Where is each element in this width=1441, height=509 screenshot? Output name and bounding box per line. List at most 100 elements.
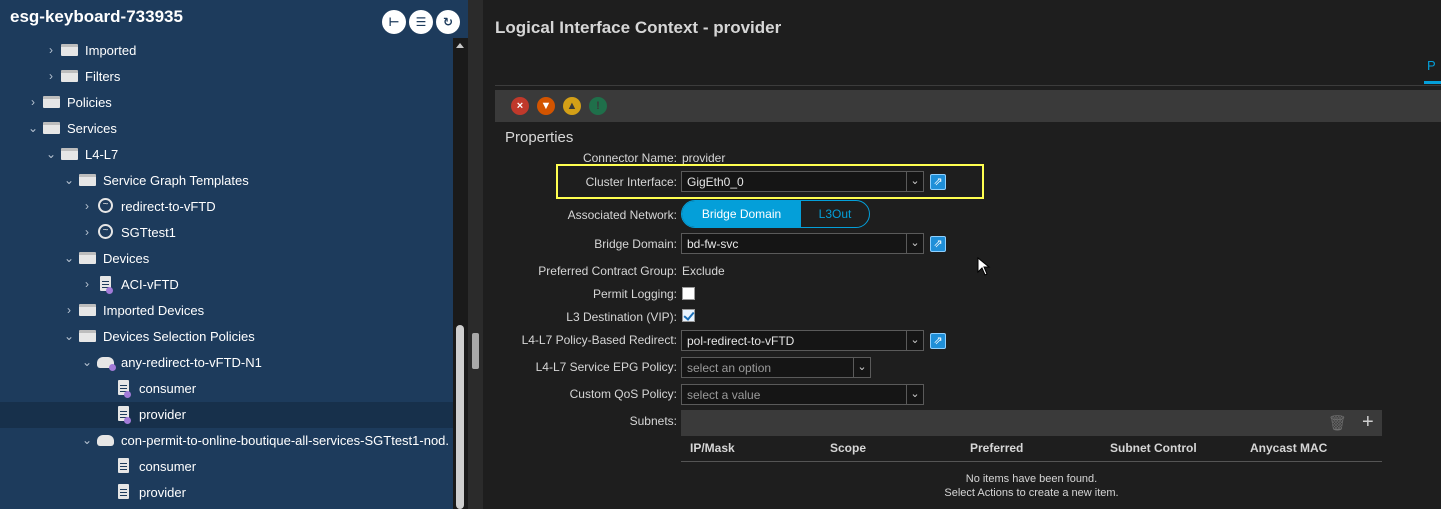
collapse-tree-icon[interactable]: ⊢ [382, 10, 406, 34]
tree-item-policies[interactable]: › Policies [0, 90, 453, 116]
permit-logging-label: Permit Logging: [592, 287, 677, 301]
chevron-down-icon[interactable]: ⌄ [81, 355, 93, 369]
tree-item-provider[interactable]: provider [0, 480, 453, 506]
cluster-interface-label: Cluster Interface: [585, 175, 677, 189]
tree-item-redirect-to-vftd[interactable]: › ~ redirect-to-vFTD [0, 194, 453, 220]
chevron-down-icon[interactable]: ⌄ [906, 385, 923, 404]
tree-item-imported-devices[interactable]: › Imported Devices [0, 298, 453, 324]
column-header-scope[interactable]: Scope [830, 441, 866, 455]
chevron-down-icon[interactable]: ⌄ [45, 147, 57, 161]
chevron-right-icon[interactable]: › [81, 277, 93, 291]
column-header-subnet-control[interactable]: Subnet Control [1110, 441, 1197, 455]
tree-item-service-graph-templates[interactable]: ⌄ Service Graph Templates [0, 168, 453, 194]
pbr-select[interactable]: pol-redirect-to-vFTD ⌄ [681, 330, 924, 351]
column-header-ip-mask[interactable]: IP/Mask [690, 441, 735, 455]
tree-item-aci-vftd[interactable]: › ACI-vFTD [0, 272, 453, 298]
app-root: esg-keyboard-733935 ⊢ ☰ ↻ › Imported › F… [0, 0, 1441, 509]
tree-item-label: Policies [67, 95, 112, 110]
bridge-domain-select[interactable]: bd-fw-svc ⌄ [681, 233, 924, 254]
tree-item-provider-selected[interactable]: provider [0, 402, 453, 428]
chevron-down-icon[interactable]: ⌄ [63, 329, 75, 343]
chevron-down-icon[interactable]: ⌄ [63, 173, 75, 187]
l3-destination-label: L3 Destination (VIP): [566, 310, 677, 324]
connector-name-label: Connector Name: [582, 151, 677, 165]
tree-item-imported[interactable]: › Imported [0, 38, 453, 64]
folder-icon [61, 146, 79, 162]
custom-qos-label: Custom QoS Policy: [569, 387, 677, 401]
permit-logging-checkbox[interactable] [682, 287, 695, 300]
empty-message: No items have been found. [965, 473, 1098, 485]
cloud-icon [97, 354, 116, 371]
folder-icon [79, 172, 97, 188]
chevron-down-icon[interactable]: ⌄ [906, 172, 923, 191]
tree-item-filters[interactable]: › Filters [0, 64, 453, 90]
tree-item-consumer[interactable]: consumer [0, 454, 453, 480]
tree-item-sgttest1[interactable]: › ~ SGTtest1 [0, 220, 453, 246]
tree-item-label: ACI-vFTD [121, 277, 179, 292]
tree-item-consumer[interactable]: consumer [0, 376, 453, 402]
table-header-divider [681, 461, 1382, 462]
chevron-right-icon[interactable]: › [45, 69, 57, 83]
chevron-right-icon[interactable]: › [45, 43, 57, 57]
column-header-preferred[interactable]: Preferred [970, 441, 1023, 455]
warning-fault-icon[interactable]: ! [589, 97, 607, 115]
chevron-down-icon[interactable]: ⌄ [63, 251, 75, 265]
chevron-right-icon[interactable]: › [81, 225, 93, 239]
tree-item-label: Imported [85, 43, 137, 58]
tree-item-label: provider [139, 407, 186, 422]
chevron-right-icon[interactable]: › [27, 95, 39, 109]
pbr-label: L4-L7 Policy-Based Redirect: [521, 333, 677, 347]
external-link-icon[interactable]: ⇗ [930, 174, 946, 190]
nav-scrollbar[interactable] [453, 38, 468, 509]
scrollbar-thumb[interactable] [456, 325, 464, 509]
tree-item-devices[interactable]: ⌄ Devices [0, 246, 453, 272]
filter-list-icon[interactable]: ☰ [409, 10, 433, 34]
chevron-down-icon[interactable]: ⌄ [906, 331, 923, 350]
cluster-interface-select[interactable]: GigEth0_0 ⌄ [681, 171, 924, 192]
chevron-down-icon[interactable]: ⌄ [27, 121, 39, 135]
trash-icon[interactable]: 🗑 [1328, 414, 1347, 432]
subnets-toolbar: 🗑 + [681, 410, 1382, 436]
major-fault-icon[interactable]: ▼ [537, 97, 555, 115]
tree-item-label: Devices Selection Policies [103, 329, 255, 344]
pane-splitter[interactable] [468, 0, 483, 509]
tree-item-services[interactable]: ⌄ Services [0, 116, 453, 142]
tree-item-label: con-permit-to-online-boutique-all-servic… [121, 433, 450, 448]
external-link-icon[interactable]: ⇗ [930, 333, 946, 349]
l3-destination-checkbox[interactable] [682, 309, 695, 322]
chevron-right-icon[interactable]: › [81, 199, 93, 213]
splitter-grip[interactable] [472, 333, 479, 369]
tenant-title: esg-keyboard-733935 [10, 7, 183, 26]
device-icon [97, 276, 115, 294]
column-header-anycast-mac[interactable]: Anycast MAC [1250, 441, 1327, 455]
chevron-down-icon[interactable]: ⌄ [81, 433, 93, 447]
minor-fault-icon[interactable]: ▲ [563, 97, 581, 115]
service-epg-select[interactable]: select an option ⌄ [681, 357, 871, 378]
custom-qos-select[interactable]: select a value ⌄ [681, 384, 924, 405]
tree-item-label: provider [139, 485, 186, 500]
tree-item-any-redirect-to-vftd-n1[interactable]: ⌄ any-redirect-to-vFTD-N1 [0, 350, 453, 376]
tree-item-l4-l7[interactable]: ⌄ L4-L7 [0, 142, 453, 168]
chevron-down-icon[interactable]: ⌄ [906, 234, 923, 253]
folder-icon [61, 42, 79, 58]
scroll-up-arrow-icon[interactable] [456, 43, 464, 48]
mouse-pointer-icon [977, 257, 991, 276]
service-epg-label: L4-L7 Service EPG Policy: [535, 360, 677, 374]
tree-item-label: any-redirect-to-vFTD-N1 [121, 355, 262, 370]
title-divider [495, 85, 1441, 86]
l3out-option[interactable]: L3Out [801, 201, 869, 227]
chevron-right-icon[interactable]: › [63, 303, 75, 317]
refresh-icon[interactable]: ↻ [436, 10, 460, 34]
tree-item-label: consumer [139, 459, 197, 474]
bridge-domain-option[interactable]: Bridge Domain [682, 201, 801, 227]
external-link-icon[interactable]: ⇗ [930, 236, 946, 252]
tab-policy[interactable]: P [1424, 58, 1441, 84]
critical-fault-icon[interactable]: × [511, 97, 529, 115]
document-icon [115, 484, 133, 500]
add-icon[interactable]: + [1362, 411, 1374, 433]
tree-item-con-permit-to-online-boutique[interactable]: ⌄ con-permit-to-online-boutique-all-serv… [0, 428, 453, 454]
tree-item-devices-selection-policies[interactable]: ⌄ Devices Selection Policies [0, 324, 453, 350]
chevron-down-icon[interactable]: ⌄ [853, 358, 870, 377]
cluster-interface-value: GigEth0_0 [687, 175, 744, 189]
tree-item-label: L4-L7 [85, 147, 119, 162]
